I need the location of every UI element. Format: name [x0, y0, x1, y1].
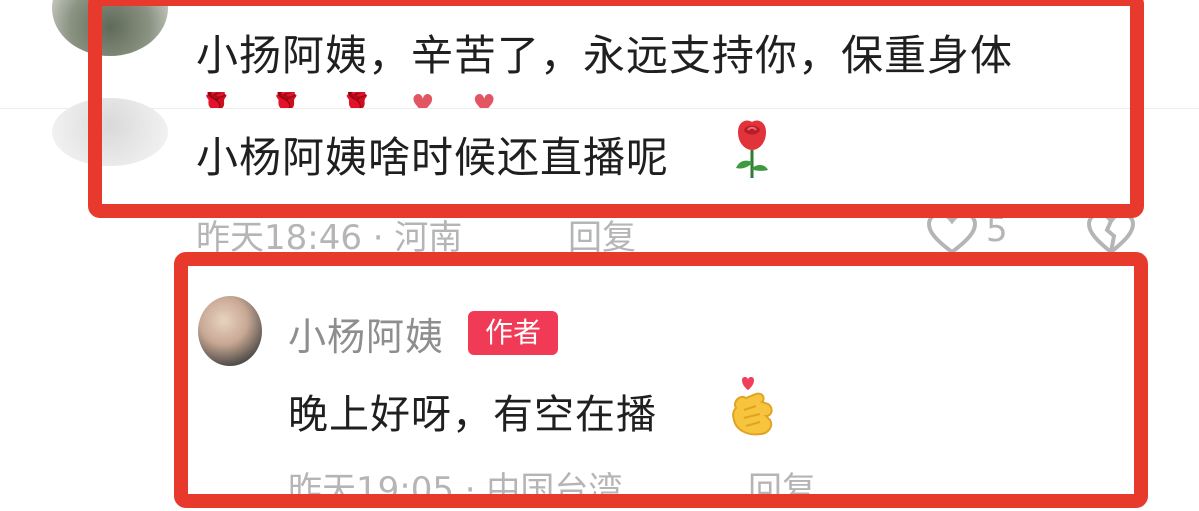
- highlight-frame: [88, 0, 1144, 218]
- broken-heart-icon[interactable]: [1086, 212, 1136, 254]
- heart-outline-icon[interactable]: [926, 212, 978, 254]
- highlight-frame: [174, 252, 1148, 508]
